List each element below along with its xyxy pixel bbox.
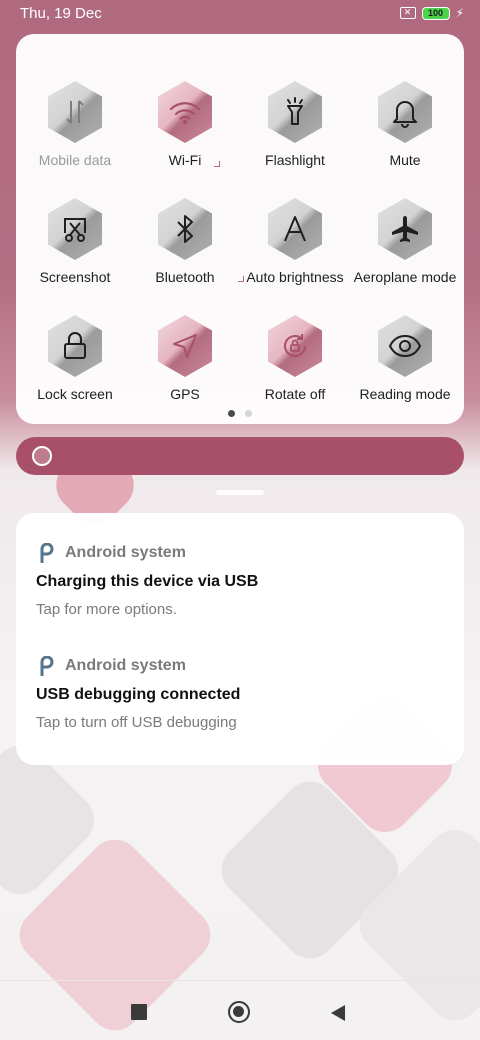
- tile-settings-indicator[interactable]: [214, 161, 220, 167]
- navigation-bar: [0, 980, 480, 1040]
- flashlight-icon: [268, 81, 322, 143]
- status-bar: Thu, 19 Dec ✕ 100 ⚡: [0, 0, 480, 26]
- triangle-back-icon: [331, 1005, 345, 1021]
- notification-card: Android system Charging this device via …: [16, 513, 464, 765]
- notification-app-name: Android system: [65, 657, 186, 674]
- android-system-icon: [36, 655, 56, 677]
- brightness-knob[interactable]: [32, 446, 52, 466]
- notification-title: Charging this device via USB: [36, 573, 259, 590]
- notification-header: Android system: [36, 654, 446, 678]
- tile-aeroplane-mode[interactable]: Aeroplane mode: [350, 171, 460, 285]
- notification-item[interactable]: Android system USB debugging connected T…: [36, 654, 446, 731]
- mobile-data-icon: [48, 81, 102, 143]
- eye-icon: [378, 315, 432, 377]
- status-icons: ✕ 100 ⚡: [399, 6, 464, 20]
- tile-label: Aeroplane mode: [353, 269, 457, 285]
- airplane-icon: [378, 198, 432, 260]
- tile-wifi[interactable]: Wi-Fi: [130, 54, 240, 168]
- drag-handle[interactable]: [216, 490, 264, 495]
- notification-item[interactable]: Android system Charging this device via …: [36, 541, 446, 618]
- brightness-slider[interactable]: [16, 437, 464, 475]
- page-dot-1[interactable]: [228, 410, 235, 417]
- notification-text: Tap for more options.: [36, 601, 177, 618]
- auto-brightness-icon: [268, 198, 322, 260]
- tile-reading-mode[interactable]: Reading mode: [350, 288, 460, 402]
- tile-mute[interactable]: Mute: [350, 54, 460, 168]
- square-icon: [131, 1004, 147, 1020]
- page-dot-2[interactable]: [245, 410, 252, 417]
- tile-screenshot[interactable]: Screenshot: [20, 171, 130, 285]
- notification-text: Tap to turn off USB debugging: [36, 714, 237, 731]
- back-button[interactable]: [330, 1004, 346, 1022]
- location-arrow-icon: [158, 315, 212, 377]
- quick-settings-panel: Mobile data Wi-Fi Flashlight Mute Screen…: [16, 34, 464, 424]
- tile-label: Mute: [389, 152, 421, 168]
- android-system-icon: [36, 542, 56, 564]
- tile-label: Reading mode: [359, 386, 451, 402]
- tile-rotate[interactable]: Rotate off: [240, 288, 350, 402]
- notification-app-name: Android system: [65, 544, 186, 561]
- tile-lock-screen[interactable]: Lock screen: [20, 288, 130, 402]
- battery-icon: 100: [421, 6, 450, 20]
- notification-title: USB debugging connected: [36, 686, 241, 703]
- home-button[interactable]: [228, 1001, 250, 1023]
- lock-icon: [48, 315, 102, 377]
- notification-header: Android system: [36, 541, 446, 565]
- recents-button[interactable]: [131, 1004, 147, 1020]
- tile-gps[interactable]: GPS: [130, 288, 240, 402]
- status-time: Thu, 19 Dec: [20, 4, 102, 22]
- tile-mobile-data[interactable]: Mobile data: [20, 54, 130, 168]
- bell-icon: [378, 81, 432, 143]
- no-sim-icon: ✕: [399, 7, 416, 19]
- scissors-icon: [48, 198, 102, 260]
- tile-auto-brightness[interactable]: Auto brightness: [240, 171, 350, 285]
- bluetooth-icon: [158, 198, 212, 260]
- charging-icon: ⚡: [455, 6, 464, 20]
- tile-flashlight[interactable]: Flashlight: [240, 54, 350, 168]
- circle-icon: [228, 1001, 250, 1023]
- tile-bluetooth[interactable]: Bluetooth: [130, 171, 244, 285]
- rotate-lock-icon: [268, 315, 322, 377]
- page-indicator: [16, 410, 464, 417]
- wifi-icon: [158, 81, 212, 143]
